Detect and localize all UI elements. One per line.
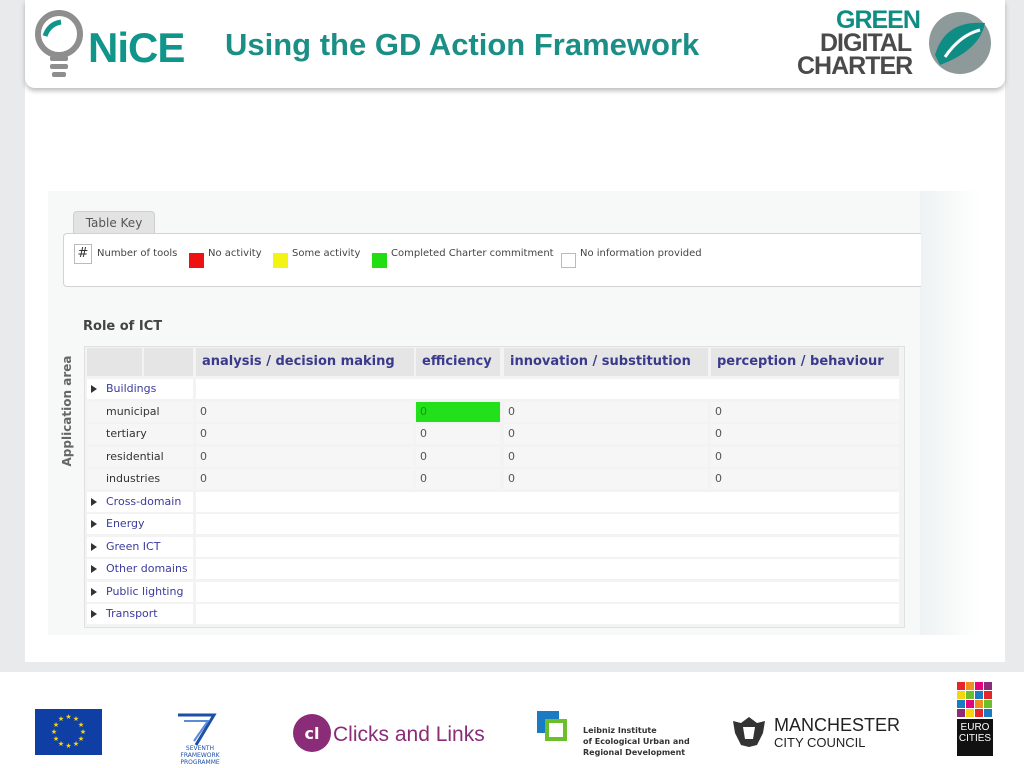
leibniz-institute-text: Leibniz Institute of Ecological Urban an…	[583, 725, 690, 758]
grid-cell[interactable]: 0	[711, 447, 899, 467]
svg-text:cl: cl	[305, 724, 320, 743]
swatch-completed	[372, 253, 387, 268]
expand-triangle-icon[interactable]	[91, 498, 97, 506]
expand-triangle-icon[interactable]	[91, 588, 97, 596]
row-group-empty-span	[196, 379, 899, 399]
svg-text:★: ★	[73, 740, 79, 748]
grid-corner-cell	[144, 348, 193, 376]
row-group-empty-span	[196, 537, 899, 557]
row-group-label[interactable]: Other domains	[87, 559, 193, 579]
row-axis-label: Application area	[60, 355, 74, 467]
column-header-innovation[interactable]: innovation / substitution	[504, 348, 708, 376]
eurocities-word-1: EURO	[960, 722, 990, 733]
grid-corner-cell	[87, 348, 142, 376]
leibniz-line-2: of Ecological Urban and	[583, 737, 690, 746]
svg-text:★: ★	[53, 735, 59, 743]
grid-cell[interactable]: 0	[196, 424, 414, 444]
key-label-completed: Completed Charter commitment	[391, 248, 554, 259]
grid-cell[interactable]: 0	[711, 424, 899, 444]
grid-cell[interactable]: 0	[711, 469, 899, 489]
key-label-number-of-tools: Number of tools	[97, 248, 178, 259]
svg-text:★: ★	[58, 715, 64, 723]
grid-cell[interactable]: 0	[711, 402, 899, 422]
row-group-label[interactable]: Green ICT	[87, 537, 193, 557]
fp7-caption: SEVENTH FRAMEWORK PROGRAMME	[180, 745, 220, 766]
svg-text:★: ★	[51, 728, 57, 736]
hash-key-box: #	[74, 244, 92, 264]
swatch-no-information	[561, 253, 576, 268]
key-label-some-activity: Some activity	[292, 248, 361, 259]
row-group-empty-span	[196, 604, 899, 624]
grid-cell[interactable]: 0	[504, 424, 708, 444]
grid-title: Role of ICT	[83, 319, 163, 334]
column-header-perception[interactable]: perception / behaviour	[711, 348, 899, 376]
grid-cell[interactable]: 0	[504, 469, 708, 489]
screenshot-fade-edge	[920, 191, 980, 635]
row-group-empty-span	[196, 492, 899, 512]
eurocities-word-2: CITIES	[958, 733, 992, 744]
swatch-no-activity	[189, 253, 204, 268]
grid-cell[interactable]: 0	[196, 402, 414, 422]
row-group-empty-span	[196, 514, 899, 534]
clicks-and-links-text: Clicks and Links	[333, 723, 485, 746]
expand-triangle-icon[interactable]	[91, 565, 97, 573]
row-group-empty-span	[196, 582, 899, 602]
eu-flag-logo: ★ ★★ ★★★ ★★★ ★★★	[35, 709, 102, 755]
grid-cell[interactable]: 0	[196, 447, 414, 467]
row-sub-label: tertiary	[87, 424, 193, 444]
row-group-label[interactable]: Transport	[87, 604, 193, 624]
manchester-crest-icon	[733, 717, 765, 747]
row-sub-label: residential	[87, 447, 193, 467]
manchester-text: MANCHESTER	[774, 715, 901, 735]
leibniz-line-3: Regional Development	[583, 748, 686, 757]
column-header-analysis[interactable]: analysis / decision making	[196, 348, 414, 376]
leibniz-institute-logo	[537, 711, 567, 741]
grid-cell[interactable]: 0	[196, 469, 414, 489]
svg-text:★: ★	[65, 713, 71, 721]
row-group-label[interactable]: Public lighting	[87, 582, 193, 602]
row-group-label[interactable]: Energy	[87, 514, 193, 534]
row-group-label[interactable]: Cross-domain	[87, 492, 193, 512]
clicks-and-links-logo: cl	[293, 714, 331, 752]
expand-triangle-icon[interactable]	[91, 385, 97, 393]
row-sub-label: municipal	[87, 402, 193, 422]
row-group-empty-span	[196, 559, 899, 579]
page-title: Using the GD Action Framework	[225, 27, 700, 62]
key-label-no-activity: No activity	[208, 248, 262, 259]
grid-cell[interactable]: 0	[504, 447, 708, 467]
expand-triangle-icon[interactable]	[91, 610, 97, 618]
key-label-no-information: No information provided	[580, 248, 702, 259]
nice-logo-text: NiCE	[88, 24, 185, 71]
tab-table-key[interactable]: Table Key	[73, 211, 155, 234]
city-council-text: CITY COUNCIL	[774, 735, 866, 750]
eurocities-text: EURO CITIES	[956, 722, 994, 744]
swatch-some-activity	[273, 253, 288, 268]
gdc-word-charter: CHARTER	[797, 52, 913, 80]
grid-cell[interactable]: 0	[416, 447, 500, 467]
grid-cell-completed[interactable]: 0	[416, 402, 500, 422]
row-group-label[interactable]: Buildings	[87, 379, 193, 399]
svg-text:★: ★	[65, 742, 71, 750]
expand-triangle-icon[interactable]	[91, 543, 97, 551]
eurocities-logo	[957, 682, 993, 756]
expand-triangle-icon[interactable]	[91, 520, 97, 528]
leibniz-line-1: Leibniz Institute	[583, 726, 657, 735]
grid-cell[interactable]: 0	[504, 402, 708, 422]
column-header-efficiency[interactable]: efficiency	[416, 348, 500, 376]
grid-cell[interactable]: 0	[416, 424, 500, 444]
grid-cell[interactable]: 0	[416, 469, 500, 489]
row-sub-label: industries	[87, 469, 193, 489]
